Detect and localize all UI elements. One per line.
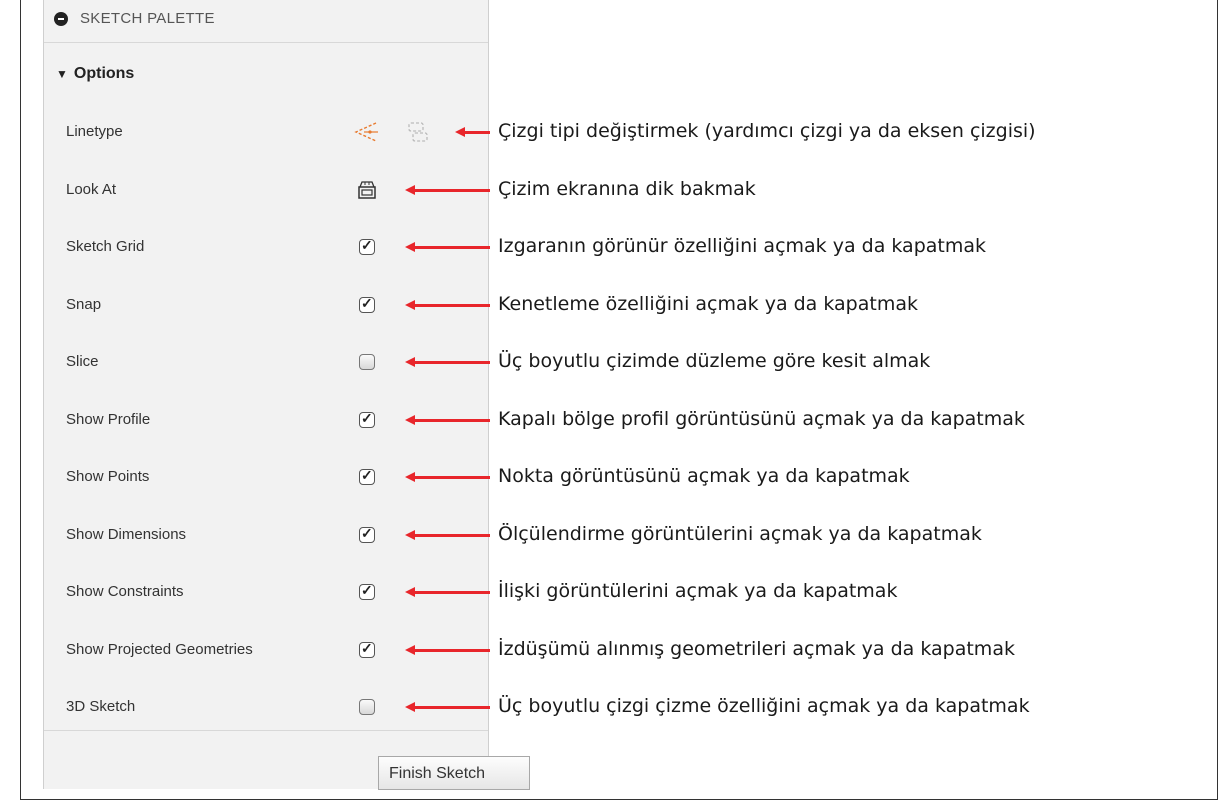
pointer-arrow-sketch-grid <box>405 242 490 252</box>
row-label-slice: Slice <box>66 353 99 370</box>
pointer-arrow-show-constraints <box>405 587 490 597</box>
show-dimensions-checkbox[interactable]: ✓ <box>359 524 375 543</box>
options-label: Options <box>73 65 135 82</box>
description-show-dimensions: Ölçülendirme görüntülerini açmak ya da k… <box>498 522 982 545</box>
description-look-at: Çizim ekranına dik bakmak <box>498 177 756 200</box>
row-label-show-points: Show Points <box>66 468 150 485</box>
description-slice: Üç boyutlu çizimde düzleme göre kesit al… <box>498 350 931 372</box>
checkmark-icon: ✓ <box>361 524 373 541</box>
description-sketch-grid: Izgaranın görünür özelliğini açmak ya da… <box>498 235 987 257</box>
3d-sketch-checkbox[interactable] <box>359 699 375 715</box>
sketch-grid-checkbox[interactable]: ✓ <box>359 237 375 255</box>
construction-line-icon[interactable] <box>352 119 380 150</box>
pointer-arrow-slice <box>405 357 490 367</box>
checkmark-icon: ✓ <box>361 409 373 426</box>
row-label-show-constraints: Show Constraints <box>66 583 184 600</box>
slice-checkbox[interactable] <box>359 354 375 370</box>
pointer-arrow-snap <box>405 299 490 310</box>
snap-checkbox[interactable]: ✓ <box>359 294 375 313</box>
checkmark-icon: ✓ <box>361 639 373 656</box>
palette-header[interactable]: SKETCH PALETTE <box>44 0 488 43</box>
look-at-icon[interactable] <box>356 179 376 199</box>
row-label-3d-sketch: 3D Sketch <box>66 698 136 715</box>
palette-divider <box>44 730 488 731</box>
show-constraints-checkbox[interactable]: ✓ <box>359 582 375 600</box>
triangle-down-icon: ▼ <box>56 67 68 81</box>
row-label-show-dimensions: Show Dimensions <box>66 525 187 543</box>
checkmark-icon: ✓ <box>361 467 373 483</box>
show-profile-checkbox[interactable]: ✓ <box>359 409 375 428</box>
checkmark-icon: ✓ <box>361 237 373 253</box>
finish-sketch-button[interactable]: Finish Sketch <box>378 756 530 790</box>
row-label-show-projected-geometries: Show Projected Geometries <box>66 640 253 658</box>
options-toggle[interactable]: ▼ Options <box>56 65 134 83</box>
row-label-linetype: Linetype <box>66 123 123 140</box>
description-linetype: Çizgi tipi değiştirmek (yardımcı çizgi y… <box>498 120 1036 142</box>
show-points-checkbox[interactable]: ✓ <box>359 467 375 485</box>
pointer-arrow-show-dimensions <box>405 529 490 540</box>
centerline-icon[interactable] <box>406 121 432 148</box>
pointer-arrow-linetype <box>455 127 490 137</box>
row-label-look-at: Look At <box>66 180 117 198</box>
description-show-profile: Kapalı bölge profil görüntüsünü açmak ya… <box>498 407 1025 430</box>
checkmark-icon: ✓ <box>361 294 373 311</box>
show-projected-geometries-checkbox[interactable]: ✓ <box>359 639 375 658</box>
sketch-palette-panel: SKETCH PALETTE ▼ Options Linetype Look At S… <box>43 0 530 790</box>
row-label-snap: Snap <box>66 295 102 313</box>
pointer-arrow-3d-sketch <box>405 702 490 712</box>
row-label-show-profile: Show Profile <box>66 410 151 428</box>
palette-title: SKETCH PALETTE <box>80 10 215 27</box>
description-show-constraints: İlişki görüntülerini açmak ya da kapatma… <box>498 580 898 602</box>
description-show-points: Nokta görüntüsünü açmak ya da kapatmak <box>498 465 910 487</box>
pointer-arrow-show-profile <box>405 414 490 425</box>
collapse-icon[interactable] <box>54 12 68 26</box>
description-snap: Kenetleme özelliğini açmak ya da kapatma… <box>498 292 918 315</box>
pointer-arrow-show-projected-geometries <box>405 644 490 655</box>
row-label-sketch-grid: Sketch Grid <box>66 238 145 255</box>
description-3d-sketch: Üç boyutlu çizgi çizme özelliğini açmak … <box>498 695 1030 717</box>
pointer-arrow-look-at <box>405 184 490 195</box>
description-show-projected-geometries: İzdüşümü alınmış geometrileri açmak ya d… <box>498 637 1015 660</box>
checkmark-icon: ✓ <box>361 582 373 598</box>
pointer-arrow-show-points <box>405 472 490 482</box>
